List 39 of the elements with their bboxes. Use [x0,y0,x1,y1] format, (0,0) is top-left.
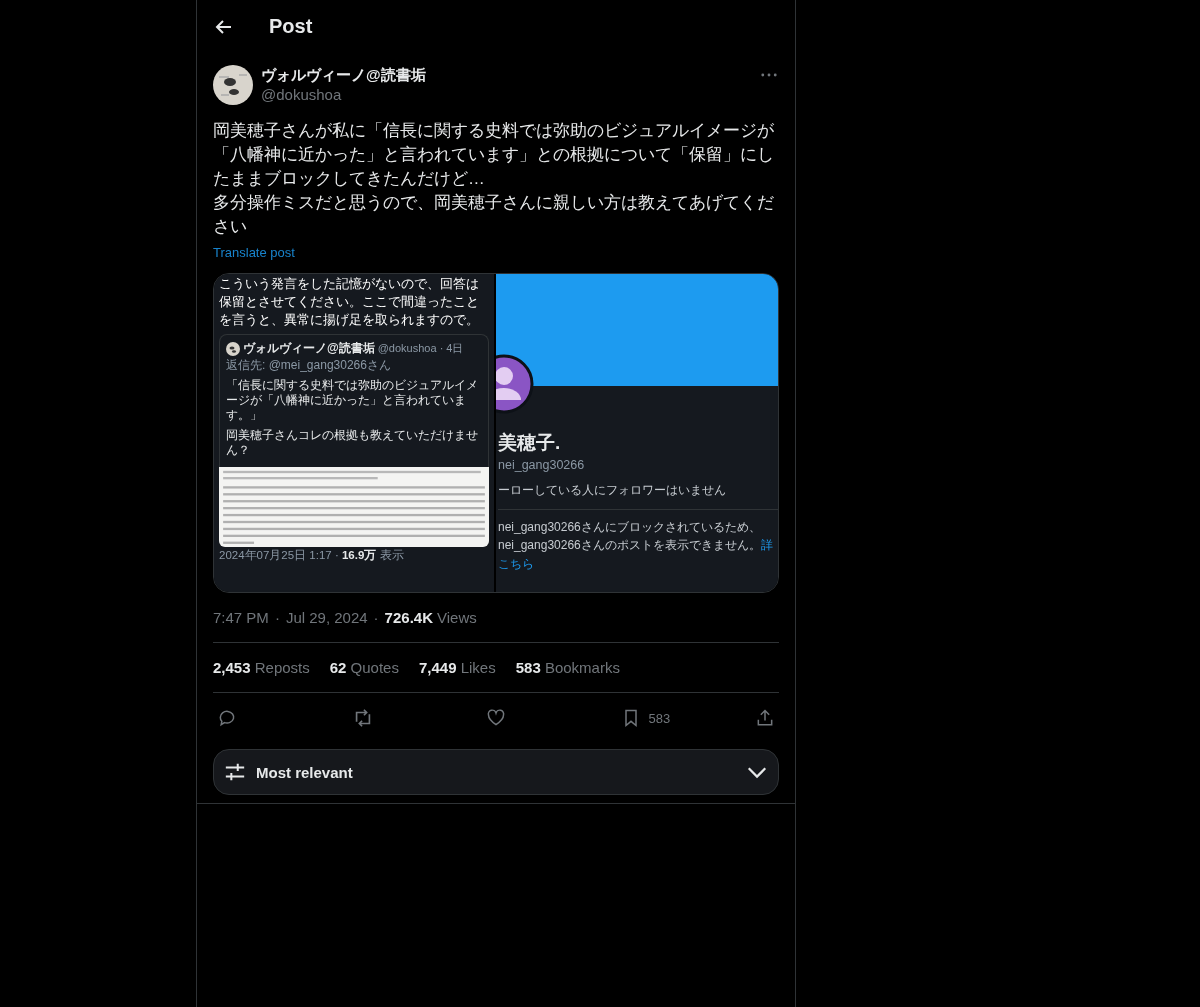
sort-dropdown[interactable]: Most relevant [213,749,779,795]
details-link[interactable]: こちら [498,557,534,571]
reply-icon[interactable] [217,708,237,728]
separator-dot: · [274,609,280,626]
quoted-author-name: ヴォルヴィーノ@読書垢 [243,340,375,357]
blocked-message: nei_gang30266さんのポストを表示できません。 [498,538,761,552]
avatar[interactable] [213,65,253,105]
like-icon[interactable] [486,708,506,728]
post-text: 岡美穂子さんが私に「信長に関する史料では弥助のビジュアルイメージが「八幡神に近かった」と言われています」との根拠について「保留」にしたままブロックしてきたんだけど… [213,120,775,190]
profile-handle: nei_gang30266 [498,458,586,472]
author-name[interactable]: ヴォルヴィーノ@読書垢 [261,65,753,85]
views-label: Views [437,609,477,626]
filter-icon [224,761,246,783]
follower-note: ーローしている人にフォロワーはいません [498,482,727,499]
profile-name: 美穂子. [498,431,562,455]
reply-to-label: 返信先: @mei_gang30266さん [226,357,392,374]
engagement-stat[interactable]: 62 Quotes [329,659,399,676]
share-icon[interactable] [755,708,775,728]
translate-link[interactable]: Translate post [213,245,295,260]
post-date[interactable]: Jul 29, 2024 [285,609,368,626]
blocked-message: nei_gang30266さんにブロックされているため、 [498,520,761,534]
page-title: Post [269,15,313,38]
engagement-stat[interactable]: 583 Bookmarks [515,659,620,676]
author-handle[interactable]: @dokushoa [261,85,753,105]
details-link[interactable]: 詳 [760,538,773,552]
reply-text: こういう発言をした記憶がないので、回答は保留とさせてください。ここで間違ったことを言うと、異常に揚げ足を取られますので。 [219,275,480,329]
quoted-author-handle: @dokushoa · 4日 [377,341,464,356]
engagement-stat[interactable]: 2,453 Reposts [213,659,310,676]
quoted-text: 「信長に関する史料では弥助のビジュアルイメージが「八幡神に近かった」と言われています。」 [226,378,479,423]
post-time[interactable]: 7:47 PM [213,609,269,626]
post-timestamp: 2024年07月25日 1:17 · 16.9万 表示 [219,548,405,563]
action-count: 583 [648,710,671,726]
post-text: 多分操作ミスだと思うので、岡美穂子さんに親しい方は教えてあげてください [213,192,775,238]
views-count: 726.4K [384,609,433,626]
more-icon[interactable] [761,73,777,77]
engagement-stat[interactable]: 7,449 Likes [418,659,496,676]
quoted-text: 岡美穂子さんコレの根拠も教えていただけません？ [226,428,479,458]
separator-dot: · [373,609,379,626]
avatar [226,341,240,356]
